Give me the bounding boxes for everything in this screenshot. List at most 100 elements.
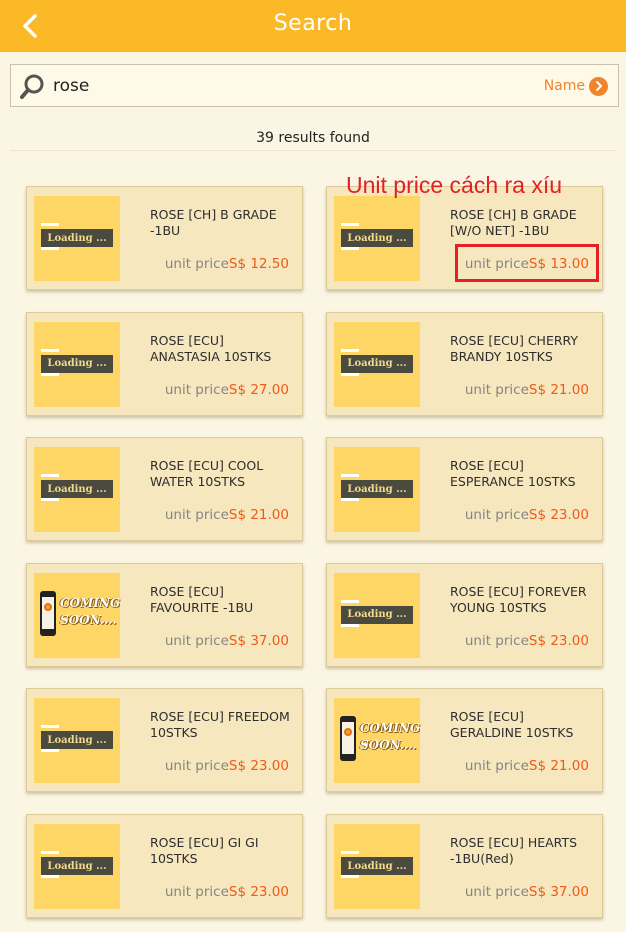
annotation-highlight-box — [455, 244, 599, 282]
unit-price-value: S$ 12.50 — [228, 256, 289, 272]
loading-tab — [41, 348, 59, 352]
loading-tab — [41, 372, 59, 376]
unit-price: unit priceS$ 21.00 — [465, 758, 589, 774]
loading-label: Loading ... — [341, 354, 413, 373]
unit-price-label: unit price — [464, 884, 529, 900]
product-card[interactable]: Loading ... ROSE [ECU] COOL WATER 10STKS u… — [26, 437, 303, 542]
unit-price: unit priceS$ 37.00 — [165, 633, 289, 649]
unit-price-value: S$ 23.00 — [528, 507, 589, 524]
unit-price-label: unit price — [464, 632, 529, 649]
unit-price: unit priceS$ 23.00 — [465, 633, 589, 649]
loading-tab — [341, 623, 359, 627]
loading-tab — [41, 875, 59, 878]
unit-price: unit priceS$ 21.00 — [165, 507, 289, 523]
loading-label: Loading ... — [341, 229, 413, 247]
divider — [10, 150, 616, 151]
loading-tab — [341, 498, 359, 502]
product-card[interactable]: Loading ... ROSE [ECU] ESPERANCE 10STKS un… — [326, 437, 603, 542]
unit-price-label: unit price — [464, 758, 529, 775]
product-thumbnail: Loading ... — [34, 447, 120, 533]
page-title: Search — [273, 11, 353, 36]
loading-tab — [41, 725, 59, 729]
product-name: ROSE [CH] B GRADE -1BU — [150, 207, 277, 238]
product-name: ROSE [ECU] GERALDINE 10STKS — [450, 709, 574, 741]
results-count: 39 results found — [256, 130, 370, 146]
unit-price-label: unit price — [164, 884, 229, 900]
unit-price: unit priceS$ 23.00 — [165, 884, 289, 900]
loading-tab — [341, 348, 359, 352]
product-name: ROSE [ECU] CHERRY BRANDY 10STKS — [450, 332, 579, 364]
top-bar: Search — [0, 0, 626, 52]
unit-price-value: S$ 27.00 — [228, 381, 289, 398]
product-thumbnail: Loading ... — [334, 824, 420, 909]
product-thumbnail: Loading ... — [334, 196, 420, 281]
loading-label: Loading ... — [41, 731, 113, 750]
loading-label: Loading ... — [41, 354, 113, 373]
loading-tab — [41, 247, 59, 250]
loading-label: Loading ... — [41, 857, 113, 875]
product-thumbnail: COMING SOON.... — [34, 572, 120, 658]
unit-price-label: unit price — [164, 256, 229, 272]
sort-button[interactable]: Name — [544, 75, 608, 97]
product-card[interactable]: COMING SOON.... ROSE [ECU] FAVOURITE -1BU… — [26, 562, 303, 667]
product-card[interactable]: Loading ... ROSE [ECU] HEARTS -1BU(Red) un… — [326, 814, 603, 918]
product-card[interactable]: Loading ... ROSE [ECU] GI GI 10STKS unit p… — [26, 814, 303, 918]
product-name: ROSE [ECU] COOL WATER 10STKS — [150, 458, 264, 490]
product-name: ROSE [CH] B GRADE [W/O NET] -1BU — [450, 207, 577, 238]
unit-price: unit priceS$ 23.00 — [465, 507, 589, 523]
unit-price-value: S$ 37.00 — [528, 884, 589, 900]
phone-icon — [340, 716, 356, 762]
unit-price: unit priceS$ 21.00 — [465, 382, 589, 398]
product-card[interactable]: Loading ... ROSE [ECU] CHERRY BRANDY 10ST… — [326, 311, 603, 416]
unit-price-label: unit price — [464, 381, 529, 398]
unit-price-value: S$ 21.00 — [528, 758, 589, 775]
loading-tab — [341, 599, 359, 603]
loading-tab — [41, 749, 59, 753]
product-card[interactable]: Loading ... ROSE [CH] B GRADE -1BU unit pr… — [26, 186, 303, 290]
loading-label: Loading ... — [341, 480, 413, 499]
unit-price: unit priceS$ 27.00 — [165, 382, 289, 398]
product-thumbnail: Loading ... — [34, 824, 120, 909]
product-card[interactable]: Loading ... ROSE [ECU] FREEDOM 10STKS unit… — [26, 688, 303, 793]
loading-tab — [41, 474, 59, 478]
product-thumbnail: Loading ... — [34, 321, 120, 407]
unit-price-value: S$ 23.00 — [528, 632, 589, 649]
unit-price: unit priceS$ 23.00 — [165, 758, 289, 774]
loading-label: Loading ... — [341, 857, 413, 875]
loading-tab — [341, 851, 359, 854]
coming-soon-image: COMING SOON.... — [334, 698, 420, 783]
product-card[interactable]: COMING SOON.... ROSE [ECU] GERALDINE 10ST… — [326, 688, 603, 793]
unit-price-label: unit price — [164, 758, 229, 775]
unit-price: unit priceS$ 37.00 — [465, 884, 589, 900]
product-name: ROSE [ECU] HEARTS -1BU(Red) — [450, 835, 578, 866]
unit-price-label: unit price — [464, 507, 529, 524]
product-name: ROSE [ECU] FAVOURITE -1BU — [150, 583, 254, 615]
loading-tab — [41, 851, 59, 854]
product-thumbnail: COMING SOON.... — [334, 698, 420, 784]
loading-tab — [341, 474, 359, 478]
unit-price-label: unit price — [164, 381, 229, 398]
unit-price-value: S$ 21.00 — [528, 381, 589, 398]
product-card[interactable]: Loading ... ROSE [ECU] FOREVER YOUNG 10ST… — [326, 562, 603, 667]
unit-price-label: unit price — [164, 632, 229, 649]
unit-price-value: S$ 23.00 — [228, 758, 289, 775]
loading-label: Loading ... — [41, 480, 113, 499]
phone-icon — [40, 590, 56, 636]
coming-soon-image: COMING SOON.... — [34, 573, 120, 658]
coming-soon-text: COMING SOON.... — [60, 595, 121, 627]
search-icon[interactable] — [19, 72, 47, 100]
unit-price-value: S$ 21.00 — [228, 507, 289, 524]
loading-tab — [341, 223, 359, 226]
loading-label: Loading ... — [341, 605, 413, 624]
product-thumbnail: Loading ... — [34, 698, 120, 784]
product-name: ROSE [ECU] ANASTASIA 10STKS — [150, 332, 272, 364]
product-card[interactable]: Loading ... ROSE [ECU] ANASTASIA 10STKS un… — [26, 311, 303, 416]
loading-tab — [341, 247, 359, 250]
loading-tab — [41, 223, 59, 226]
product-name: ROSE [ECU] GI GI 10STKS — [150, 835, 259, 866]
product-name: ROSE [ECU] FREEDOM 10STKS — [150, 709, 290, 741]
unit-price: unit priceS$ 12.50 — [165, 256, 289, 272]
coming-soon-text: COMING SOON.... — [360, 721, 421, 753]
loading-label: Loading ... — [41, 229, 113, 247]
search-input[interactable] — [53, 72, 513, 100]
